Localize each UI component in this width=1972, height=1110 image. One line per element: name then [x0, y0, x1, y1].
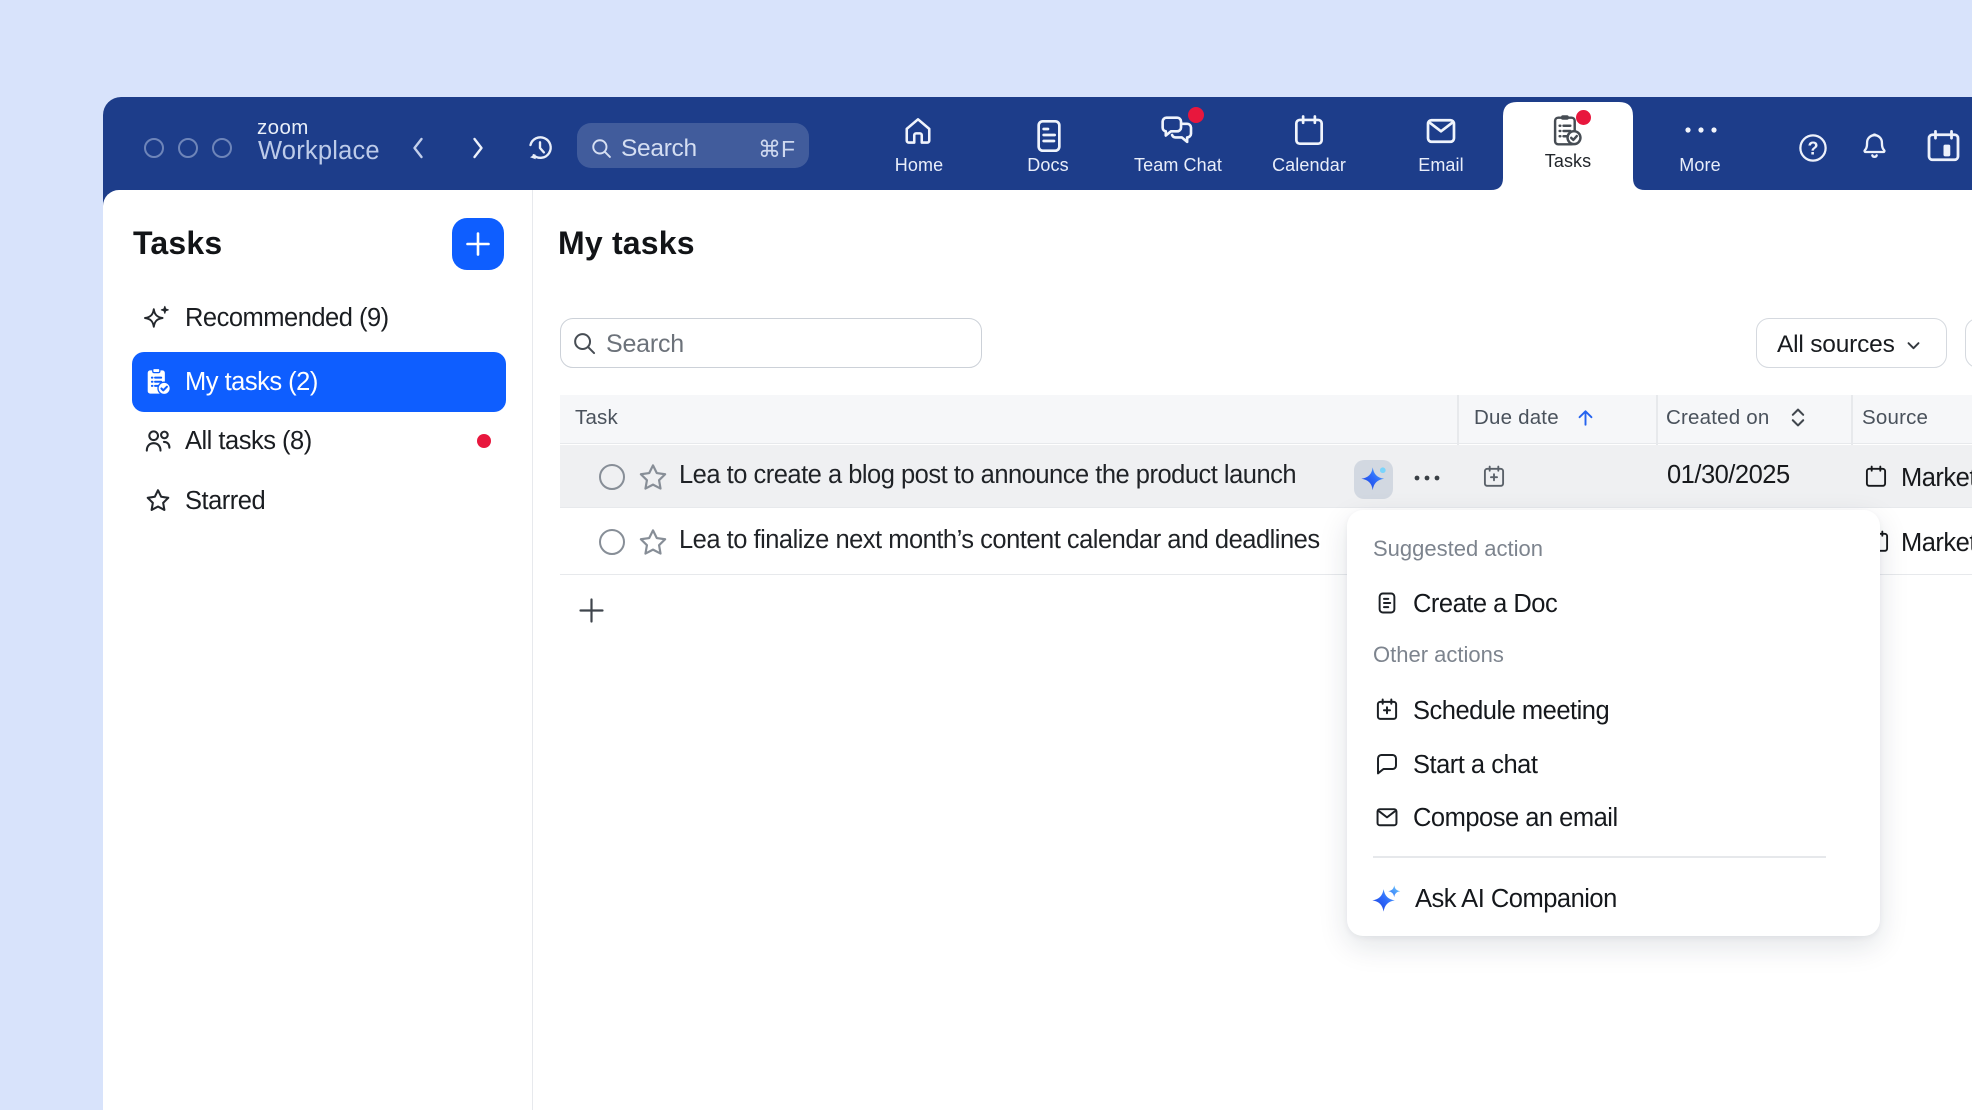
svg-text:?: ?: [1807, 138, 1818, 158]
